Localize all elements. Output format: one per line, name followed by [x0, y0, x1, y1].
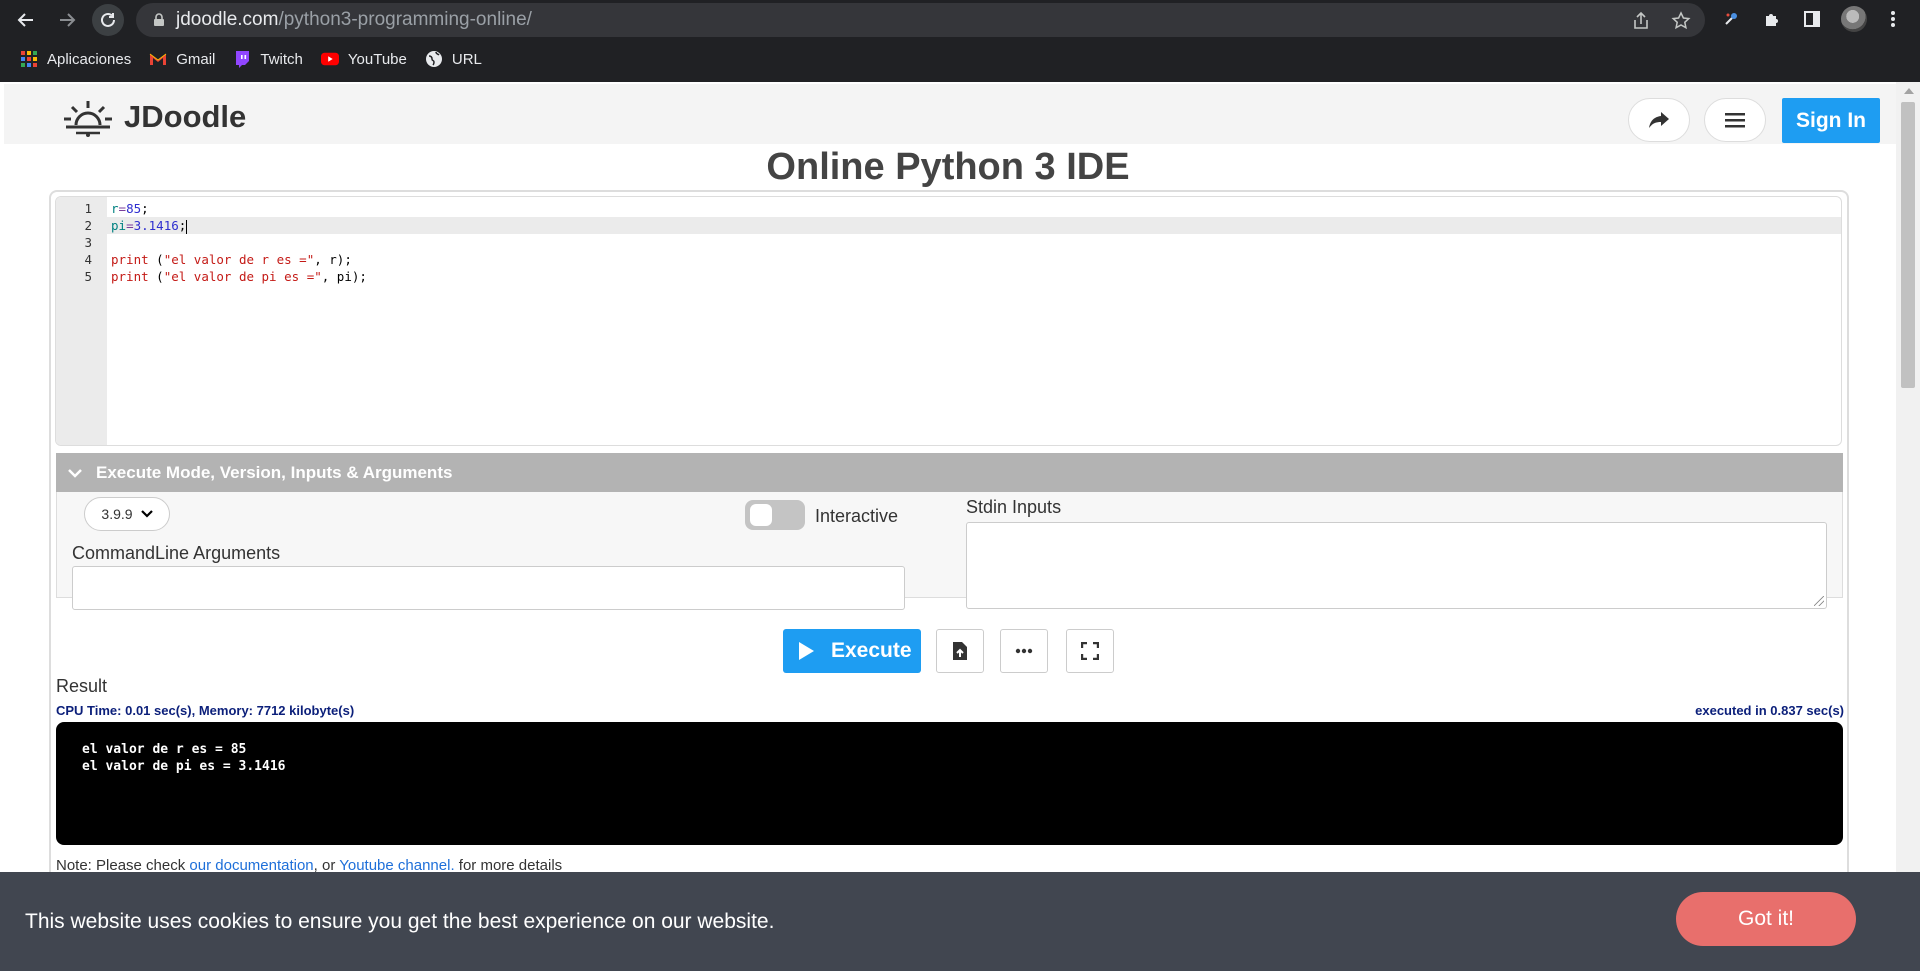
line-number: 5 — [84, 269, 92, 284]
arrow-left-icon — [17, 13, 33, 27]
result-label: Result — [56, 676, 108, 696]
more-menu-icon[interactable] — [1880, 6, 1906, 32]
execute-button[interactable]: Execute — [783, 629, 921, 673]
line-number: 1 — [84, 201, 92, 216]
bookmark-label: Twitch — [260, 50, 303, 68]
code-line: 3 — [56, 234, 1841, 251]
back-button[interactable] — [10, 4, 42, 36]
sign-in-button[interactable]: Sign In — [1782, 98, 1880, 143]
interactive-label: Interactive — [815, 506, 899, 526]
code-text: pi=3.1416; — [111, 218, 188, 234]
stdin-input[interactable] — [966, 522, 1827, 609]
file-upload-icon — [953, 642, 967, 660]
resize-grip-icon[interactable] — [1814, 596, 1824, 606]
bookmark-label: Aplicaciones — [47, 50, 132, 68]
version-value: 3.9.9 — [101, 506, 133, 522]
browser-toolbar: jdoodle.com/python3-programming-online/ — [0, 0, 1920, 40]
code-line: 1 r=85; — [56, 200, 1841, 217]
line-number: 2 — [84, 218, 92, 233]
reload-button[interactable] — [92, 4, 124, 36]
bookmark-url[interactable]: URL — [425, 50, 482, 68]
code-editor[interactable]: 1 r=85; 2 pi=3.1416; 3 4 print ("el valo… — [55, 196, 1842, 446]
cookie-banner: This website uses cookies to ensure you … — [0, 872, 1920, 971]
cmd-args-input[interactable] — [72, 566, 905, 610]
url-path: /python3-programming-online/ — [278, 9, 532, 30]
bookmark-gmail[interactable]: Gmail — [149, 50, 215, 68]
scrollbar-thumb[interactable] — [1901, 102, 1915, 388]
bookmark-youtube[interactable]: YouTube — [320, 50, 407, 68]
url-domain: jdoodle.com — [176, 9, 279, 30]
page-scrollbar[interactable] — [1896, 82, 1920, 971]
text-cursor — [186, 219, 188, 234]
bookmark-star-icon[interactable] — [1670, 10, 1692, 32]
globe-icon — [425, 50, 443, 68]
youtube-icon — [320, 50, 339, 68]
lock-icon — [154, 13, 164, 26]
execute-label: Execute — [831, 639, 912, 662]
site-header: JDoodle Sign In — [4, 84, 1896, 144]
more-options-button[interactable] — [1000, 629, 1048, 673]
execute-options-toggle[interactable]: Execute Mode, Version, Inputs & Argument… — [56, 453, 1843, 492]
bookmarks-bar: Aplicaciones Gmail Twitch YouTube URL — [0, 44, 1920, 74]
version-select[interactable]: 3.9.9 — [84, 497, 170, 531]
interactive-toggle[interactable] — [745, 500, 805, 530]
expand-icon — [1081, 642, 1099, 660]
reload-icon — [101, 12, 115, 27]
sun-logo-icon — [64, 101, 112, 137]
code-line: 5 print ("el valor de pi es =", pi); — [56, 268, 1841, 285]
upload-file-button[interactable] — [936, 629, 984, 673]
jdoodle-logo[interactable]: JDoodle — [62, 97, 246, 137]
cpu-memory-stats: CPU Time: 0.01 sec(s), Memory: 7712 kilo… — [56, 703, 355, 718]
stdin-label: Stdin Inputs — [966, 497, 1062, 517]
execution-time: executed in 0.837 sec(s) — [1695, 703, 1844, 718]
bookmark-label: URL — [451, 50, 482, 68]
output-console[interactable]: el valor de r es = 85 el valor de pi es … — [56, 722, 1843, 845]
play-icon — [797, 641, 815, 661]
hamburger-icon — [1725, 113, 1745, 128]
bookmark-label: YouTube — [347, 50, 407, 68]
bookmark-apps[interactable]: Aplicaciones — [20, 50, 131, 68]
side-panel-icon[interactable] — [1799, 6, 1825, 32]
cmd-args-label: CommandLine Arguments — [72, 543, 281, 563]
chevron-down-icon — [140, 510, 153, 518]
url-text: jdoodle.com/python3-programming-online/ — [176, 9, 532, 31]
code-line-active: 2 pi=3.1416; — [56, 217, 1841, 234]
line-number: 4 — [84, 252, 92, 267]
profile-avatar[interactable] — [1841, 6, 1867, 32]
twitch-icon — [233, 50, 251, 68]
share-button[interactable] — [1628, 98, 1690, 142]
extensions-puzzle-icon[interactable] — [1759, 6, 1785, 32]
logo-text: JDoodle — [124, 99, 247, 134]
ellipsis-icon — [1015, 648, 1033, 654]
forward-button[interactable] — [51, 4, 83, 36]
toggle-knob — [750, 504, 772, 526]
bookmark-twitch[interactable]: Twitch — [233, 50, 303, 68]
page-title: Online Python 3 IDE — [766, 146, 1130, 188]
share-icon[interactable] — [1630, 10, 1652, 32]
execute-options-label: Execute Mode, Version, Inputs & Argument… — [96, 462, 453, 482]
code-text: print ("el valor de r es =", r); — [111, 252, 352, 267]
fullscreen-button[interactable] — [1066, 629, 1114, 673]
code-line: 4 print ("el valor de r es =", r); — [56, 251, 1841, 268]
scroll-up-arrow-icon[interactable] — [1904, 88, 1914, 94]
bookmark-label: Gmail — [176, 50, 216, 68]
code-text: print ("el valor de pi es =", pi); — [111, 269, 367, 284]
line-number: 3 — [84, 235, 92, 250]
chevron-down-icon — [68, 468, 82, 478]
extension-pin-icon[interactable] — [1718, 6, 1744, 32]
page-content: JDoodle Sign In Online Python 3 IDE 1 r=… — [0, 82, 1920, 971]
browser-chrome: jdoodle.com/python3-programming-online/ — [0, 0, 1920, 82]
output-line: el valor de r es = 85 — [82, 742, 247, 757]
code-text: r=85; — [111, 201, 149, 216]
cookie-accept-button[interactable]: Got it! — [1676, 892, 1856, 946]
cookie-message: This website uses cookies to ensure you … — [25, 910, 775, 933]
menu-button[interactable] — [1704, 98, 1766, 142]
share-arrow-icon — [1649, 112, 1669, 128]
output-line: el valor de pi es = 3.1416 — [82, 759, 286, 774]
arrow-right-icon — [60, 13, 76, 27]
address-bar[interactable]: jdoodle.com/python3-programming-online/ — [136, 3, 1705, 37]
apps-grid-icon — [20, 50, 38, 68]
gmail-icon — [149, 50, 167, 68]
